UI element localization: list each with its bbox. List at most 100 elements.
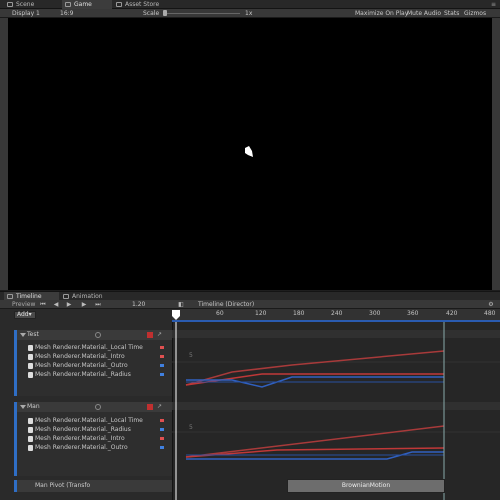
track-color-dot	[160, 446, 164, 449]
scale-slider-track[interactable]	[165, 13, 240, 14]
track-row[interactable]: Mesh Renderer.Material._Radius	[17, 425, 172, 434]
tab-scene[interactable]: Scene	[4, 0, 38, 9]
group-options-icon[interactable]	[95, 332, 101, 338]
ruler-tick-label: 180	[293, 310, 305, 317]
track-label: Mesh Renderer.Material._Intro	[35, 353, 125, 360]
track-label: Mesh Renderer.Material._Outro	[35, 362, 128, 369]
track-color-dot	[160, 437, 164, 440]
track-man-pivot-label: Man Pivot (Transfo	[35, 482, 91, 489]
next-frame-button[interactable]: ▶	[79, 301, 89, 308]
timeline-icon	[7, 294, 13, 299]
curve-scale-label: 5	[189, 352, 193, 359]
group-header-strip	[172, 402, 500, 410]
track-label: Mesh Renderer.Material._Outro	[35, 444, 128, 451]
track-label: Mesh Renderer.Material._Local Time	[35, 344, 143, 351]
track-group-man[interactable]: Man ↗ Mesh Renderer.Material._Local Time…	[14, 402, 172, 476]
track-label: Mesh Renderer.Material._Intro	[35, 435, 125, 442]
scale-slider-knob[interactable]	[163, 10, 167, 16]
file-icon	[28, 436, 33, 442]
file-icon	[28, 354, 33, 360]
maximize-on-play-toggle[interactable]: Maximize On Play	[355, 9, 408, 18]
track-group-test[interactable]: Test ↗ Mesh Renderer.Material._Local Tim…	[14, 330, 172, 396]
file-icon	[28, 345, 33, 351]
record-icon[interactable]	[147, 332, 153, 338]
preview-toggle[interactable]: Preview	[12, 300, 35, 309]
file-icon	[28, 427, 33, 433]
ruler-tick-label: 300	[369, 310, 381, 317]
file-icon	[28, 445, 33, 451]
play-button[interactable]: ▶	[64, 301, 74, 308]
editor-tab-bar: Scene Game Asset Store ≡	[0, 0, 500, 9]
group-header-test[interactable]: Test ↗	[17, 330, 172, 340]
add-track-button[interactable]: Add▾	[14, 311, 36, 319]
tab-game[interactable]: Game	[62, 0, 112, 9]
group-name-man: Man	[27, 403, 40, 410]
tab-asset-store-label: Asset Store	[125, 1, 160, 8]
tab-asset-store[interactable]: Asset Store	[113, 0, 163, 9]
tab-scene-label: Scene	[16, 1, 35, 8]
track-row[interactable]: Mesh Renderer.Material._Local Time	[17, 343, 172, 352]
ruler-tick-label: 360	[407, 310, 419, 317]
white-particle-shape	[245, 146, 253, 157]
track-label: Mesh Renderer.Material._Radius	[35, 426, 131, 433]
tab-animation-label: Animation	[72, 293, 103, 300]
prev-frame-button[interactable]: ◀	[51, 301, 61, 308]
track-row[interactable]: Mesh Renderer.Material._Outro	[17, 443, 172, 452]
ruler-tick-label: 60	[216, 310, 224, 317]
mute-audio-toggle[interactable]: Mute Audio	[407, 9, 441, 18]
current-frame-field[interactable]: 1.20	[132, 300, 145, 309]
collapse-triangle-icon[interactable]	[20, 405, 26, 409]
curve-toggle-icon[interactable]: ↗	[157, 404, 163, 410]
time-ruler[interactable]: 60 120 180 240 300 360 420 480	[172, 309, 500, 322]
group-options-icon[interactable]	[95, 404, 101, 410]
timeline-settings-icon[interactable]: ⚙	[486, 301, 496, 308]
game-view[interactable]	[8, 18, 492, 290]
stats-toggle[interactable]: Stats	[444, 9, 459, 18]
track-color-dot	[160, 346, 164, 349]
track-label: Mesh Renderer.Material._Local Time	[35, 417, 143, 424]
file-icon	[28, 372, 33, 378]
aspect-dropdown[interactable]: 16:9	[60, 9, 73, 18]
last-frame-button[interactable]: ⏭	[93, 301, 103, 308]
curve-editor[interactable]	[172, 322, 500, 500]
game-toolbar: Display 1 16:9 Scale 1x Maximize On Play…	[0, 9, 500, 18]
curve-scale-label: 5	[189, 424, 193, 431]
timeline-toolbar: Preview ⏮ ◀ ▶ ▶ ⏭ 1.20 ◧ Timeline (Direc…	[0, 300, 500, 309]
ruler-tick-label: 480	[484, 310, 496, 317]
group-name-test: Test	[27, 331, 39, 338]
tab-game-label: Game	[74, 1, 92, 8]
collapse-triangle-icon[interactable]	[20, 333, 26, 337]
scale-value: 1x	[245, 10, 253, 17]
track-row[interactable]: Mesh Renderer.Material._Local Time	[17, 416, 172, 425]
gizmos-dropdown[interactable]: Gizmos	[464, 9, 486, 18]
track-color-dot	[160, 428, 164, 431]
clip-label: BrownianMotion	[341, 482, 391, 489]
track-row[interactable]: Mesh Renderer.Material._Radius	[17, 370, 172, 379]
track-color-dot	[160, 355, 164, 358]
ruler-tick-label: 420	[446, 310, 458, 317]
record-icon[interactable]	[147, 404, 153, 410]
asset-store-icon	[116, 2, 122, 7]
timeline-tab-bar: Timeline Animation	[0, 291, 500, 301]
track-man-pivot[interactable]: Man Pivot (Transfo	[14, 480, 172, 492]
clip-brownian-motion[interactable]: BrownianMotion	[287, 479, 445, 493]
display-dropdown[interactable]: Display 1	[12, 9, 40, 18]
first-frame-button[interactable]: ⏮	[38, 301, 48, 308]
group-header-man[interactable]: Man ↗	[17, 402, 172, 412]
curve-red-line	[185, 425, 445, 458]
scale-label: Scale	[143, 10, 160, 17]
menu-icon[interactable]: ≡	[491, 0, 496, 9]
track-row[interactable]: Mesh Renderer.Material._Outro	[17, 361, 172, 370]
game-view-canvas	[245, 146, 253, 157]
track-row[interactable]: Mesh Renderer.Material._Intro	[17, 434, 172, 443]
track-label: Mesh Renderer.Material._Radius	[35, 371, 131, 378]
ruler-tick-label: 120	[255, 310, 267, 317]
track-row[interactable]: Mesh Renderer.Material._Intro	[17, 352, 172, 361]
timeline-title: Timeline (Director)	[198, 301, 255, 308]
game-icon	[65, 2, 71, 7]
animation-icon	[63, 294, 69, 299]
group-header-strip	[172, 330, 500, 338]
file-icon	[28, 418, 33, 424]
track-color-dot	[160, 419, 164, 422]
curve-toggle-icon[interactable]: ↗	[157, 332, 163, 338]
